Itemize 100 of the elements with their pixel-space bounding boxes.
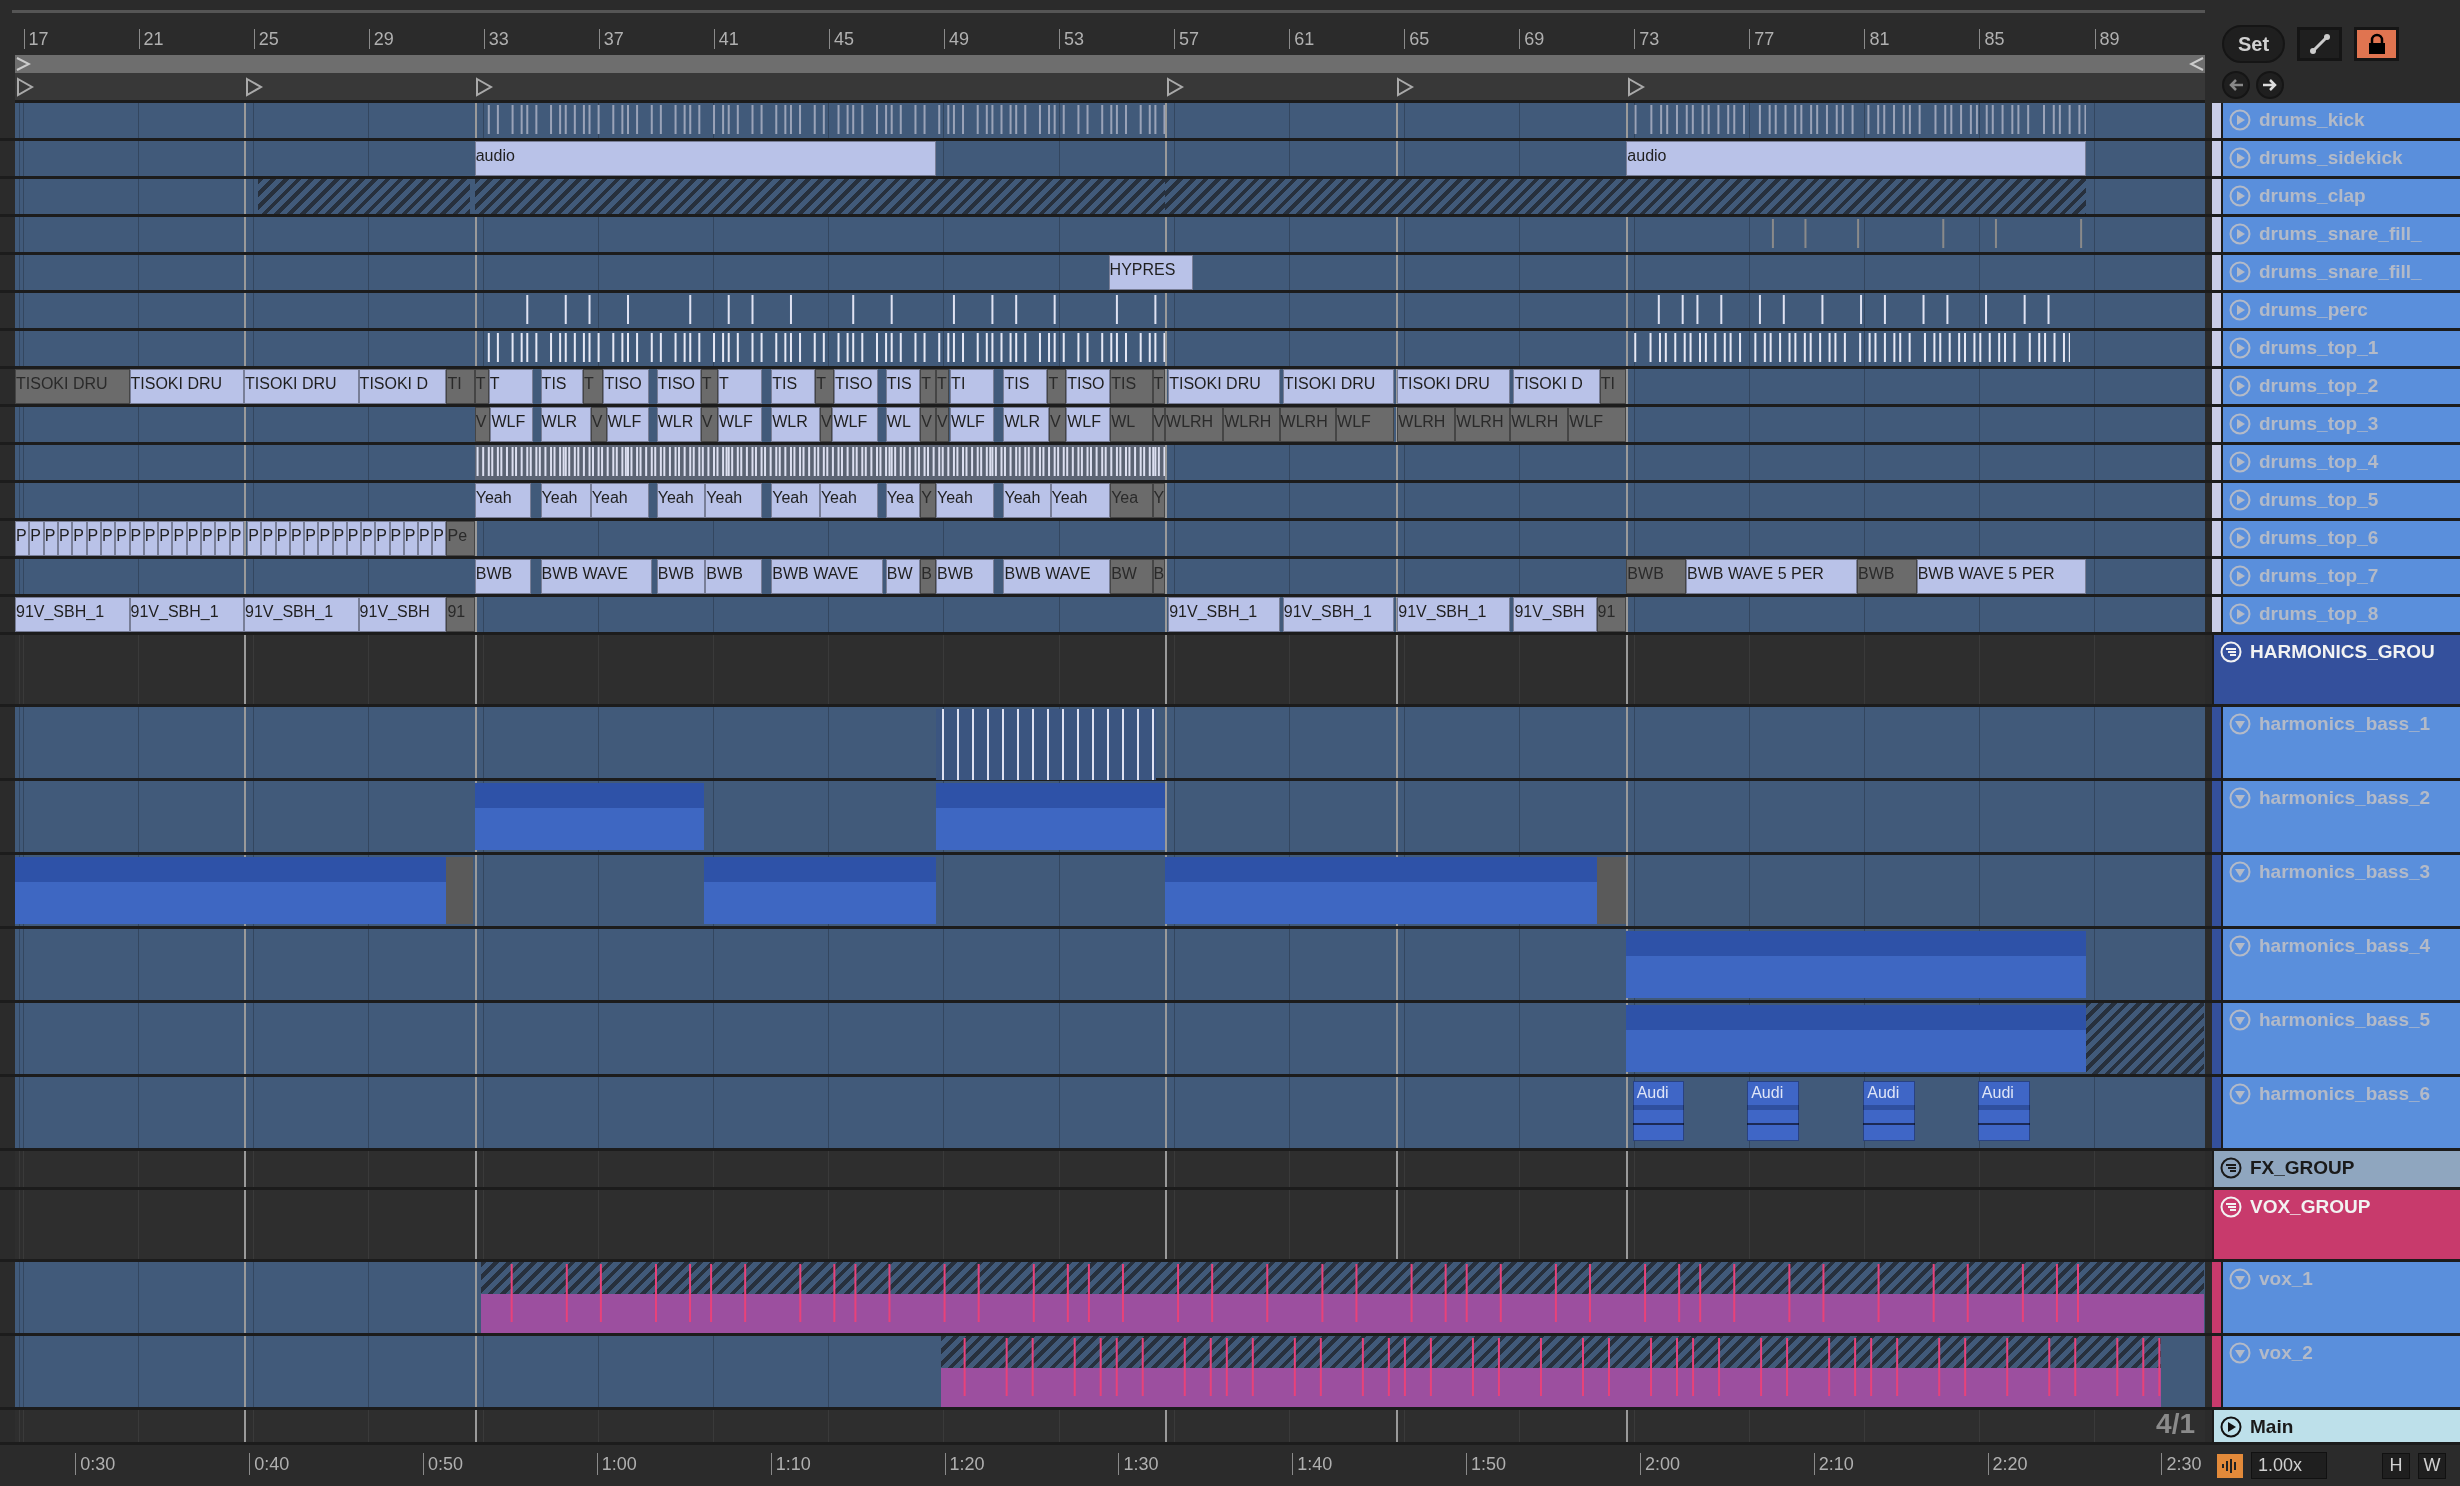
midi-clip[interactable] — [474, 783, 704, 850]
clip[interactable]: Yeah — [474, 483, 532, 518]
clip[interactable]: BW — [885, 559, 921, 594]
track-header[interactable]: FX_GROUP — [2212, 1151, 2460, 1187]
view-button[interactable]: W — [2418, 1452, 2446, 1479]
tempo-factor-field[interactable]: 1.00x — [2251, 1452, 2327, 1479]
clip[interactable]: 91V_SBH_1 — [1168, 597, 1280, 632]
clip[interactable]: Yea — [885, 483, 921, 518]
clip[interactable]: TISO — [603, 369, 649, 404]
clip[interactable]: Yeah — [590, 483, 649, 518]
clip[interactable]: WLR — [540, 407, 591, 442]
clip[interactable]: P — [201, 521, 216, 556]
clip[interactable]: WLF — [1066, 407, 1111, 442]
clip[interactable]: Yeah — [1003, 483, 1051, 518]
clip[interactable]: WLF — [832, 407, 878, 442]
clip[interactable]: Yeah — [819, 483, 878, 518]
clip[interactable]: T — [488, 369, 533, 404]
clip[interactable]: BWB — [474, 559, 532, 594]
clip[interactable]: BWB — [656, 559, 706, 594]
clip[interactable]: Audi — [1747, 1081, 1799, 1141]
clip[interactable]: P — [172, 521, 187, 556]
audio-clip[interactable] — [481, 1262, 2204, 1333]
locator-marker-icon[interactable] — [1165, 77, 1184, 97]
midi-clip[interactable] — [936, 783, 1166, 850]
clip[interactable]: P — [115, 521, 130, 556]
midi-clip[interactable] — [1165, 857, 1597, 924]
set-button[interactable]: Set — [2222, 25, 2286, 63]
loop-end-icon[interactable] — [2189, 56, 2205, 72]
clip[interactable]: P — [15, 521, 30, 556]
clip[interactable]: TISOKI DRU — [1168, 369, 1280, 404]
clip[interactable]: Audi — [1632, 1081, 1685, 1141]
clip[interactable]: BWB — [936, 559, 995, 594]
clip[interactable]: TISO — [834, 369, 878, 404]
clip[interactable]: P — [215, 521, 230, 556]
clip[interactable]: TI — [950, 369, 995, 404]
clip[interactable]: audio — [474, 141, 936, 176]
clip[interactable]: P — [304, 521, 319, 556]
clip[interactable]: Yeah — [1050, 483, 1111, 518]
clip[interactable]: Audi — [1863, 1081, 1916, 1141]
clip[interactable]: P — [318, 521, 333, 556]
midi-clip[interactable] — [446, 857, 474, 924]
back-button[interactable] — [2222, 71, 2250, 99]
clip[interactable]: BWB — [705, 559, 762, 594]
clip[interactable]: WLR — [656, 407, 701, 442]
clip[interactable]: WLF — [950, 407, 995, 442]
clip[interactable]: TIS — [771, 369, 816, 404]
clip[interactable]: P — [72, 521, 87, 556]
clip[interactable]: TIS — [1003, 369, 1048, 404]
clip[interactable]: WLR — [771, 407, 820, 442]
locator-marker-icon[interactable] — [244, 77, 263, 97]
clip[interactable]: Yeah — [771, 483, 820, 518]
clip[interactable]: 91V_SBH_1 — [1397, 597, 1511, 632]
clip[interactable]: 91V_SBH_1 — [15, 597, 130, 632]
group-icon[interactable] — [2220, 1157, 2242, 1179]
follow-button[interactable] — [2297, 27, 2343, 61]
clip[interactable]: TISOKI D — [358, 369, 447, 404]
clip[interactable]: P — [418, 521, 433, 556]
clip[interactable]: BWB WAVE 5 PER — [1686, 559, 1857, 594]
clip[interactable]: WLF — [490, 407, 533, 442]
locator-marker-icon[interactable] — [1627, 77, 1646, 97]
locator-marker-icon[interactable] — [15, 77, 34, 97]
clip[interactable]: P — [261, 521, 276, 556]
clip[interactable]: 91V_SBH_1 — [129, 597, 245, 632]
clip[interactable]: TISOKI DRU — [129, 369, 245, 404]
loop-start-icon[interactable] — [15, 56, 31, 72]
midi-clip[interactable] — [936, 709, 1156, 780]
clip[interactable]: 91V_SBH_1 — [244, 597, 359, 632]
clip[interactable]: TISO — [1066, 369, 1111, 404]
clip[interactable]: P — [247, 521, 262, 556]
clip[interactable]: TISOKI D — [1513, 369, 1600, 404]
clip[interactable]: P — [361, 521, 376, 556]
locator-marker-icon[interactable] — [475, 77, 494, 97]
clip[interactable]: P — [432, 521, 447, 556]
clip[interactable]: BWB WAVE — [540, 559, 652, 594]
forward-button[interactable] — [2256, 71, 2284, 99]
clip[interactable]: T — [717, 369, 762, 404]
clip[interactable]: 91V_SBH_1 — [1282, 597, 1395, 632]
clip[interactable]: Yeah — [705, 483, 762, 518]
clip[interactable]: TIS — [540, 369, 583, 404]
play-icon[interactable] — [2220, 1416, 2242, 1438]
clip[interactable]: 91V_SBH — [358, 597, 447, 632]
clip[interactable]: TISO — [656, 369, 701, 404]
locator-marker-icon[interactable] — [1396, 77, 1415, 97]
clip[interactable]: WLF — [717, 407, 762, 442]
clip[interactable]: 91V_SBH — [1513, 597, 1597, 632]
midi-clip[interactable] — [15, 857, 447, 924]
clip[interactable]: WLR — [1003, 407, 1049, 442]
lock-button[interactable] — [2354, 27, 2400, 61]
clip[interactable]: TISOKI DRU — [1397, 369, 1511, 404]
clip[interactable]: BWB WAVE — [1003, 559, 1111, 594]
midi-clip[interactable] — [1626, 931, 2087, 998]
clip[interactable]: TIS — [885, 369, 921, 404]
clip[interactable]: P — [158, 521, 173, 556]
midi-clip[interactable] — [1596, 857, 1627, 924]
midi-clip[interactable] — [1626, 1005, 2087, 1072]
clip[interactable]: Yeah — [656, 483, 706, 518]
view-button[interactable]: H — [2382, 1452, 2410, 1479]
clip[interactable]: HYPRES — [1108, 255, 1194, 290]
clip[interactable]: Yeah — [540, 483, 591, 518]
clip[interactable]: P — [375, 521, 390, 556]
